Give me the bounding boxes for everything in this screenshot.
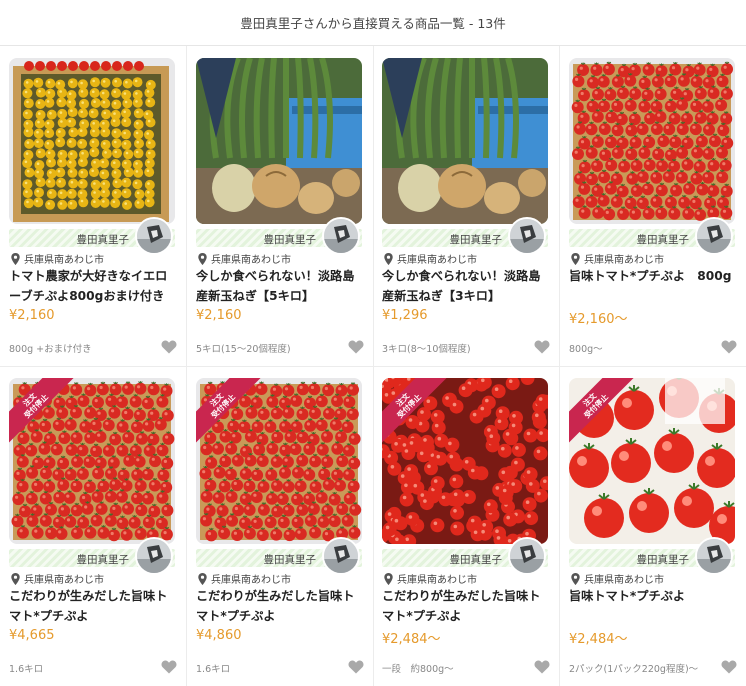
product-title[interactable]: トマト農家が大好きなイエローブチぷよ800gおまけ付き [9, 266, 179, 306]
product-price: ¥2,484〜 [382, 632, 441, 647]
product-spec: 1.6キロ [9, 664, 44, 675]
producer-avatar[interactable] [508, 217, 546, 255]
map-pin-icon [11, 572, 20, 585]
product-spec: 800g〜 [569, 344, 603, 355]
producer-name[interactable]: 豊田真里子 [77, 232, 130, 247]
page-header: 豊田真里子さんから直接買える商品一覧 - 13件 [0, 0, 746, 46]
heart-icon[interactable] [721, 660, 737, 674]
product-price: ¥2,160 [9, 308, 55, 323]
heart-icon[interactable] [348, 660, 364, 674]
product-card-3[interactable]: 豊田真里子 兵庫県南あわじ市 今しか食べられない！淡路島産新玉ねぎ【3キロ】 ¥… [373, 46, 560, 366]
location-text: 兵庫県南あわじ市 [24, 255, 104, 266]
producer-name[interactable]: 豊田真里子 [264, 232, 317, 247]
producer-strip[interactable]: 豊田真里子 [382, 537, 548, 575]
heart-icon[interactable] [721, 340, 737, 354]
product-price: ¥1,296 [382, 308, 428, 323]
heart-icon[interactable] [161, 340, 177, 354]
producer-strip[interactable]: 豊田真里子 [569, 537, 735, 575]
map-pin-icon [384, 252, 393, 265]
map-pin-icon [198, 252, 207, 265]
producer-name[interactable]: 豊田真里子 [450, 232, 503, 247]
heart-icon[interactable] [534, 340, 550, 354]
product-title[interactable]: 旨味トマト*プチぷよ 800g [569, 266, 739, 286]
product-card-5[interactable]: 注文 受付停止 豊田真里子 兵庫県南あわじ市 こだわりが生みだした旨味トマト*プチ… [0, 366, 187, 686]
product-location: 兵庫県南あわじ市 [11, 251, 104, 266]
location-text: 兵庫県南あわじ市 [584, 575, 664, 586]
product-location: 兵庫県南あわじ市 [571, 571, 664, 586]
product-card-4[interactable]: 豊田真里子 兵庫県南あわじ市 旨味トマト*プチぷよ 800g ¥2,160〜 8… [560, 46, 746, 366]
product-spec: 5キロ(15〜20個程度) [196, 344, 291, 355]
producer-strip[interactable]: 豊田真里子 [196, 217, 362, 255]
map-pin-icon [571, 572, 580, 585]
product-title[interactable]: こだわりが生みだした旨味トマト*プチぷよ [9, 586, 179, 626]
product-spec: 800g +おまけ付き [9, 344, 92, 355]
producer-avatar[interactable] [695, 217, 733, 255]
product-location: 兵庫県南あわじ市 [571, 251, 664, 266]
map-pin-icon [571, 252, 580, 265]
producer-strip[interactable]: 豊田真里子 [569, 217, 735, 255]
product-location: 兵庫県南あわじ市 [198, 251, 291, 266]
product-title[interactable]: こだわりが生みだした旨味トマト*プチぷよ [196, 586, 366, 626]
product-photo[interactable] [196, 58, 362, 224]
producer-name[interactable]: 豊田真里子 [264, 552, 317, 567]
product-spec: 3キロ(8〜10個程度) [382, 344, 471, 355]
product-spec: 一段 約800g〜 [382, 664, 454, 675]
product-card-7[interactable]: 注文 受付停止 豊田真里子 兵庫県南あわじ市 こだわりが生みだした旨味トマト*プチ… [373, 366, 560, 686]
location-text: 兵庫県南あわじ市 [584, 255, 664, 266]
product-title[interactable]: こだわりが生みだした旨味トマト*プチぷよ [382, 586, 552, 626]
producer-avatar[interactable] [508, 537, 546, 575]
product-title[interactable]: 今しか食べられない！淡路島産新玉ねぎ【3キロ】 [382, 266, 552, 306]
product-photo[interactable]: 注文 受付停止 [9, 378, 175, 544]
product-price: ¥2,160 [196, 308, 242, 323]
heart-icon[interactable] [534, 660, 550, 674]
producer-avatar[interactable] [322, 217, 360, 255]
page-title: 豊田真里子さんから直接買える商品一覧 - 13件 [240, 16, 506, 31]
product-price: ¥4,860 [196, 628, 242, 643]
location-text: 兵庫県南あわじ市 [211, 575, 291, 586]
product-title[interactable]: 旨味トマト*プチぷよ [569, 586, 739, 606]
producer-strip[interactable]: 豊田真里子 [9, 537, 175, 575]
producer-strip[interactable]: 豊田真里子 [196, 537, 362, 575]
product-location: 兵庫県南あわじ市 [198, 571, 291, 586]
product-photo[interactable]: 注文 受付停止 [382, 378, 548, 544]
heart-icon[interactable] [161, 660, 177, 674]
location-text: 兵庫県南あわじ市 [211, 255, 291, 266]
producer-avatar[interactable] [322, 537, 360, 575]
product-price: ¥2,160〜 [569, 312, 628, 327]
map-pin-icon [384, 572, 393, 585]
product-card-1[interactable]: 豊田真里子 兵庫県南あわじ市 トマト農家が大好きなイエローブチぷよ800gおまけ… [0, 46, 187, 366]
location-text: 兵庫県南あわじ市 [397, 575, 477, 586]
location-text: 兵庫県南あわじ市 [397, 255, 477, 266]
product-spec: 2パック(1パック220g程度)〜 [569, 664, 699, 675]
location-text: 兵庫県南あわじ市 [24, 575, 104, 586]
product-photo[interactable] [9, 58, 175, 224]
product-card-6[interactable]: 注文 受付停止 豊田真里子 兵庫県南あわじ市 こだわりが生みだした旨味トマト*プチ… [187, 366, 374, 686]
heart-icon[interactable] [348, 340, 364, 354]
product-card-2[interactable]: 豊田真里子 兵庫県南あわじ市 今しか食べられない！淡路島産新玉ねぎ【5キロ】 ¥… [187, 46, 374, 366]
producer-avatar[interactable] [135, 537, 173, 575]
product-price: ¥2,484〜 [569, 632, 628, 647]
producer-avatar[interactable] [695, 537, 733, 575]
product-location: 兵庫県南あわじ市 [384, 251, 477, 266]
map-pin-icon [198, 572, 207, 585]
producer-strip[interactable]: 豊田真里子 [9, 217, 175, 255]
producer-name[interactable]: 豊田真里子 [637, 232, 690, 247]
product-photo[interactable] [569, 58, 735, 224]
map-pin-icon [11, 252, 20, 265]
producer-name[interactable]: 豊田真里子 [637, 552, 690, 567]
product-card-8[interactable]: 注文 受付停止 豊田真里子 兵庫県南あわじ市 旨味トマト*プチぷよ ¥2,484〜… [560, 366, 746, 686]
producer-strip[interactable]: 豊田真里子 [382, 217, 548, 255]
producer-name[interactable]: 豊田真里子 [77, 552, 130, 567]
product-photo[interactable]: 注文 受付停止 [196, 378, 362, 544]
producer-avatar[interactable] [135, 217, 173, 255]
product-spec: 1.6キロ [196, 664, 231, 675]
product-photo[interactable]: 注文 受付停止 [569, 378, 735, 544]
product-location: 兵庫県南あわじ市 [11, 571, 104, 586]
product-photo[interactable] [382, 58, 548, 224]
product-location: 兵庫県南あわじ市 [384, 571, 477, 586]
product-title[interactable]: 今しか食べられない！淡路島産新玉ねぎ【5キロ】 [196, 266, 366, 306]
product-price: ¥4,665 [9, 628, 55, 643]
producer-name[interactable]: 豊田真里子 [450, 552, 503, 567]
